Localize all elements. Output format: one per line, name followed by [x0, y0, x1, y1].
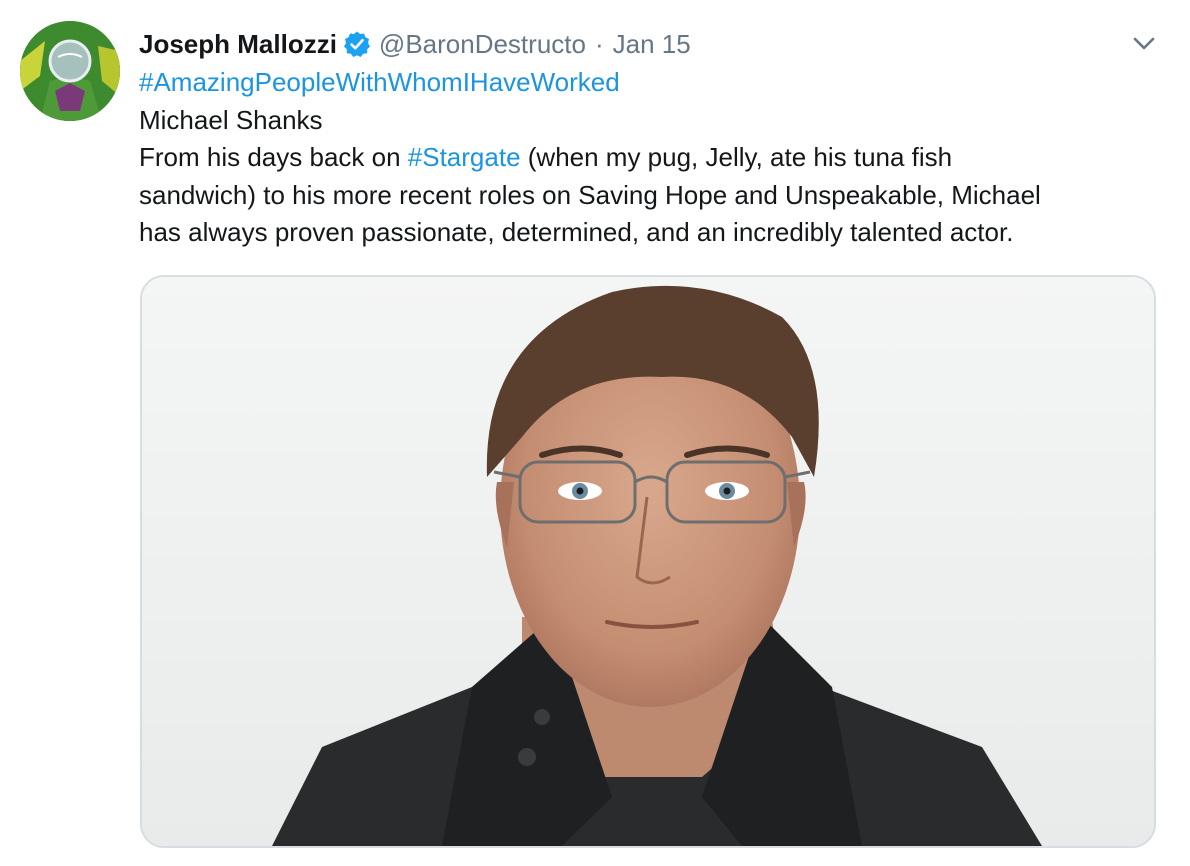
tweet-content: Joseph Mallozzi @BaronDestructo · Jan 15…	[139, 24, 1159, 252]
tweet-line: Michael Shanks	[139, 104, 323, 135]
chevron-down-icon[interactable]	[1129, 28, 1159, 58]
author-avatar[interactable]	[20, 21, 120, 121]
hashtag-link[interactable]: #Stargate	[408, 142, 521, 172]
tweet-line: From his days back on #Stargate (when my…	[139, 139, 1179, 177]
author-name[interactable]: Joseph Mallozzi	[139, 29, 337, 60]
tweet-text-segment: (when my pug, Jelly, ate his tuna fish	[520, 142, 953, 172]
tweet-text: #AmazingPeopleWithWhomIHaveWorked Michae…	[139, 64, 1179, 252]
portrait-photo	[142, 277, 1154, 846]
author-handle[interactable]: @BaronDestructo	[379, 29, 586, 60]
header-separator: ·	[594, 28, 604, 59]
verified-badge-icon	[343, 30, 371, 58]
tweet-line: sandwich) to his more recent roles on Sa…	[139, 179, 1041, 210]
hashtag-link[interactable]: #AmazingPeopleWithWhomIHaveWorked	[139, 64, 1179, 102]
tweet-date[interactable]: Jan 15	[613, 29, 691, 60]
tweet-text-segment: From his days back on	[139, 142, 408, 172]
tweet-header: Joseph Mallozzi @BaronDestructo · Jan 15	[139, 24, 1159, 64]
tweet-line: has always proven passionate, determined…	[139, 217, 1014, 247]
avatar-image	[20, 21, 120, 121]
tweet-photo[interactable]	[140, 275, 1156, 848]
